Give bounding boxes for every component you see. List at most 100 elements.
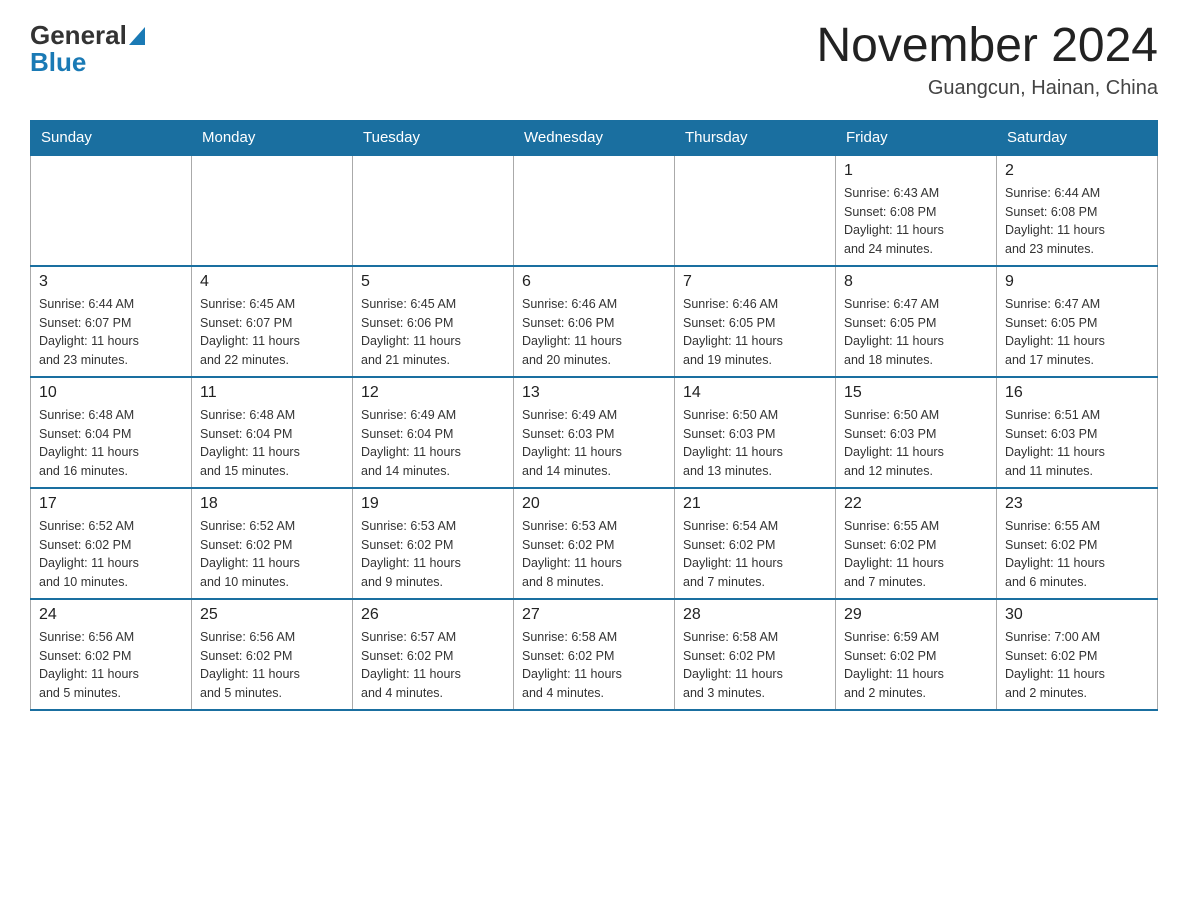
day-info: Sunrise: 6:44 AMSunset: 6:07 PMDaylight:… <box>39 295 183 370</box>
day-number: 10 <box>39 384 183 402</box>
day-info: Sunrise: 6:48 AMSunset: 6:04 PMDaylight:… <box>200 406 344 481</box>
day-number: 3 <box>39 273 183 291</box>
header-thursday: Thursday <box>675 120 836 155</box>
day-number: 11 <box>200 384 344 402</box>
day-info: Sunrise: 6:49 AMSunset: 6:03 PMDaylight:… <box>522 406 666 481</box>
day-number: 28 <box>683 606 827 624</box>
day-number: 27 <box>522 606 666 624</box>
day-info: Sunrise: 6:58 AMSunset: 6:02 PMDaylight:… <box>683 628 827 703</box>
day-number: 15 <box>844 384 988 402</box>
day-info: Sunrise: 6:49 AMSunset: 6:04 PMDaylight:… <box>361 406 505 481</box>
day-info: Sunrise: 6:47 AMSunset: 6:05 PMDaylight:… <box>844 295 988 370</box>
day-number: 2 <box>1005 162 1149 180</box>
calendar-cell: 8 Sunrise: 6:47 AMSunset: 6:05 PMDaylight… <box>836 266 997 377</box>
calendar-table: SundayMondayTuesdayWednesdayThursdayFrid… <box>30 120 1158 711</box>
month-title: November 2024 <box>816 20 1158 73</box>
day-number: 30 <box>1005 606 1149 624</box>
day-info: Sunrise: 6:57 AMSunset: 6:02 PMDaylight:… <box>361 628 505 703</box>
calendar-cell: 24Sunrise: 6:56 AMSunset: 6:02 PMDayligh… <box>31 599 192 710</box>
calendar-cell: 25 Sunrise: 6:56 AMSunset: 6:02 PMDayligh… <box>192 599 353 710</box>
page-header: General Blue November 2024 Guangcun, Hai… <box>30 20 1158 100</box>
logo-blue-text: Blue <box>30 47 145 78</box>
header-sunday: Sunday <box>31 120 192 155</box>
day-info: Sunrise: 6:52 AMSunset: 6:02 PMDaylight:… <box>39 517 183 592</box>
day-info: Sunrise: 6:50 AMSunset: 6:03 PMDaylight:… <box>683 406 827 481</box>
day-number: 18 <box>200 495 344 513</box>
day-number: 23 <box>1005 495 1149 513</box>
day-info: Sunrise: 6:54 AMSunset: 6:02 PMDaylight:… <box>683 517 827 592</box>
calendar-cell: 4 Sunrise: 6:45 AMSunset: 6:07 PMDaylight… <box>192 266 353 377</box>
day-info: Sunrise: 6:58 AMSunset: 6:02 PMDaylight:… <box>522 628 666 703</box>
day-info: Sunrise: 6:52 AMSunset: 6:02 PMDaylight:… <box>200 517 344 592</box>
day-number: 5 <box>361 273 505 291</box>
calendar-cell: 22 Sunrise: 6:55 AMSunset: 6:02 PMDayligh… <box>836 488 997 599</box>
calendar-cell: 6 Sunrise: 6:46 AMSunset: 6:06 PMDaylight… <box>514 266 675 377</box>
day-number: 4 <box>200 273 344 291</box>
calendar-cell: 20Sunrise: 6:53 AMSunset: 6:02 PMDayligh… <box>514 488 675 599</box>
logo-arrow-icon <box>129 27 145 45</box>
day-number: 8 <box>844 273 988 291</box>
calendar-cell: 2 Sunrise: 6:44 AMSunset: 6:08 PMDaylight… <box>997 155 1158 266</box>
calendar-cell: 26 Sunrise: 6:57 AMSunset: 6:02 PMDayligh… <box>353 599 514 710</box>
calendar-cell: 15Sunrise: 6:50 AMSunset: 6:03 PMDayligh… <box>836 377 997 488</box>
header-wednesday: Wednesday <box>514 120 675 155</box>
day-number: 6 <box>522 273 666 291</box>
week-row-5: 24 Sunrise: 6:56 AMSunset: 6:02 PMDayligh… <box>31 599 1158 710</box>
day-number: 26 <box>361 606 505 624</box>
calendar-cell: 21 Sunrise: 6:54 AMSunset: 6:02 PMDayligh… <box>675 488 836 599</box>
week-row-2: 3 Sunrise: 6:44 AMSunset: 6:07 PMDaylight… <box>31 266 1158 377</box>
day-number: 24 <box>39 606 183 624</box>
header-saturday: Saturday <box>997 120 1158 155</box>
day-number: 1 <box>844 162 988 180</box>
title-block: November 2024 Guangcun, Hainan, China <box>816 20 1158 100</box>
day-info: Sunrise: 6:43 AMSunset: 6:08 PMDaylight:… <box>844 184 988 259</box>
day-info: Sunrise: 6:44 AMSunset: 6:08 PMDaylight:… <box>1005 184 1149 259</box>
calendar-cell <box>675 155 836 266</box>
day-number: 20 <box>522 495 666 513</box>
calendar-cell: 23 Sunrise: 6:55 AMSunset: 6:02 PMDayligh… <box>997 488 1158 599</box>
calendar-cell <box>192 155 353 266</box>
calendar-cell: 5Sunrise: 6:45 AMSunset: 6:06 PMDaylight… <box>353 266 514 377</box>
day-number: 14 <box>683 384 827 402</box>
day-info: Sunrise: 6:45 AMSunset: 6:07 PMDaylight:… <box>200 295 344 370</box>
day-info: Sunrise: 6:55 AMSunset: 6:02 PMDaylight:… <box>844 517 988 592</box>
week-row-1: 1 Sunrise: 6:43 AMSunset: 6:08 PMDaylight… <box>31 155 1158 266</box>
day-info: Sunrise: 6:53 AMSunset: 6:02 PMDaylight:… <box>361 517 505 592</box>
calendar-cell: 19 Sunrise: 6:53 AMSunset: 6:02 PMDayligh… <box>353 488 514 599</box>
calendar-cell <box>31 155 192 266</box>
day-info: Sunrise: 6:47 AMSunset: 6:05 PMDaylight:… <box>1005 295 1149 370</box>
day-number: 13 <box>522 384 666 402</box>
calendar-cell: 13 Sunrise: 6:49 AMSunset: 6:03 PMDayligh… <box>514 377 675 488</box>
day-number: 17 <box>39 495 183 513</box>
calendar-cell: 3 Sunrise: 6:44 AMSunset: 6:07 PMDaylight… <box>31 266 192 377</box>
day-number: 25 <box>200 606 344 624</box>
day-number: 9 <box>1005 273 1149 291</box>
header-friday: Friday <box>836 120 997 155</box>
logo: General Blue <box>30 20 145 78</box>
calendar-cell: 11 Sunrise: 6:48 AMSunset: 6:04 PMDayligh… <box>192 377 353 488</box>
calendar-cell: 27 Sunrise: 6:58 AMSunset: 6:02 PMDayligh… <box>514 599 675 710</box>
day-number: 7 <box>683 273 827 291</box>
calendar-cell: 1 Sunrise: 6:43 AMSunset: 6:08 PMDaylight… <box>836 155 997 266</box>
calendar-cell: 12Sunrise: 6:49 AMSunset: 6:04 PMDayligh… <box>353 377 514 488</box>
calendar-cell: 18 Sunrise: 6:52 AMSunset: 6:02 PMDayligh… <box>192 488 353 599</box>
calendar-cell: 17 Sunrise: 6:52 AMSunset: 6:02 PMDayligh… <box>31 488 192 599</box>
day-info: Sunrise: 6:56 AMSunset: 6:02 PMDaylight:… <box>200 628 344 703</box>
day-info: Sunrise: 6:55 AMSunset: 6:02 PMDaylight:… <box>1005 517 1149 592</box>
day-number: 29 <box>844 606 988 624</box>
calendar-cell: 7Sunrise: 6:46 AMSunset: 6:05 PMDaylight… <box>675 266 836 377</box>
day-number: 21 <box>683 495 827 513</box>
header-tuesday: Tuesday <box>353 120 514 155</box>
weekday-header-row: SundayMondayTuesdayWednesdayThursdayFrid… <box>31 120 1158 155</box>
calendar-cell: 10Sunrise: 6:48 AMSunset: 6:04 PMDayligh… <box>31 377 192 488</box>
calendar-cell <box>353 155 514 266</box>
day-number: 19 <box>361 495 505 513</box>
calendar-cell: 16Sunrise: 6:51 AMSunset: 6:03 PMDayligh… <box>997 377 1158 488</box>
day-number: 22 <box>844 495 988 513</box>
week-row-4: 17 Sunrise: 6:52 AMSunset: 6:02 PMDayligh… <box>31 488 1158 599</box>
week-row-3: 10 Sunrise: 6:48 AMSunset: 6:04 PMDayligh… <box>31 377 1158 488</box>
day-info: Sunrise: 6:51 AMSunset: 6:03 PMDaylight:… <box>1005 406 1149 481</box>
day-info: Sunrise: 6:46 AMSunset: 6:06 PMDaylight:… <box>522 295 666 370</box>
header-monday: Monday <box>192 120 353 155</box>
day-info: Sunrise: 7:00 AMSunset: 6:02 PMDaylight:… <box>1005 628 1149 703</box>
